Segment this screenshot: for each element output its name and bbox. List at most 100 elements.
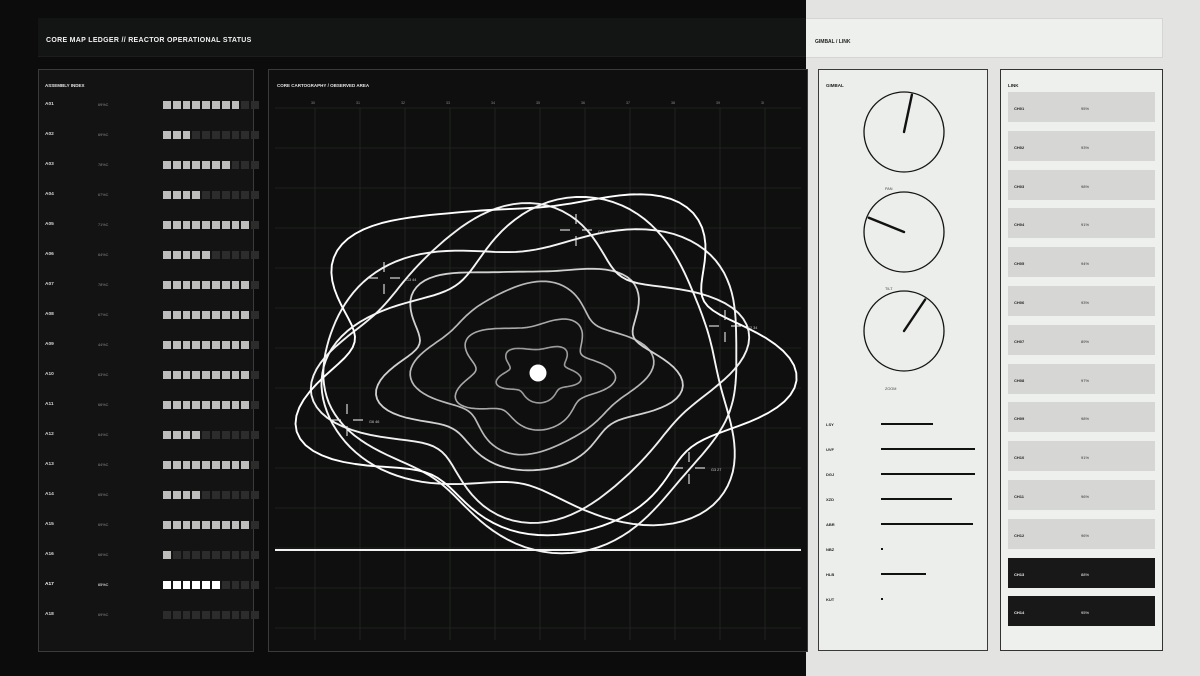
- channel-name: CH11: [1014, 494, 1025, 499]
- level-segment: [211, 551, 220, 559]
- level-segment: [163, 431, 171, 439]
- assembly-id: A02: [45, 132, 54, 137]
- level-segment: [211, 431, 220, 439]
- link-channel-ch10[interactable]: CH10 91%: [1008, 441, 1155, 472]
- gimbal-panel: GIMBAL PAN TILT ZOOM LSY UVF DGJ XZD ABR NBZ HLB…: [818, 69, 988, 651]
- assembly-row[interactable]: A09 44%C: [39, 341, 259, 353]
- link-channel-ch14[interactable]: CH14 95%: [1008, 596, 1155, 627]
- cartography-map[interactable]: 30 31 32 33 34 35 36 37 38 39 3I G3 44 G4 48 G2 34 G6 …: [269, 70, 807, 651]
- meter-label: ABR: [826, 522, 835, 527]
- link-channel-ch13[interactable]: CH13 88%: [1008, 557, 1155, 588]
- meter-bar: [881, 498, 952, 500]
- level-segment: [221, 461, 230, 469]
- assembly-id: A14: [45, 492, 54, 497]
- assembly-row[interactable]: A11 66%C: [39, 401, 259, 413]
- level-segment: [172, 131, 181, 139]
- level-segment: [211, 611, 220, 619]
- level-segment: [211, 521, 220, 529]
- channel-percent: 96%: [1081, 532, 1090, 538]
- assembly-row[interactable]: A13 64%C: [39, 461, 259, 473]
- assembly-row[interactable]: A12 64%C: [39, 431, 259, 443]
- level-segment: [192, 191, 201, 199]
- assembly-id: A04: [45, 192, 54, 197]
- level-segment: [202, 401, 210, 409]
- level-segment: [221, 491, 230, 499]
- level-segment: [182, 251, 191, 259]
- level-segment: [192, 101, 201, 109]
- assembly-row[interactable]: A06 64%C: [39, 251, 259, 263]
- channel-percent: 93%: [1081, 300, 1090, 305]
- link-channel-ch01[interactable]: CH01 95%: [1008, 92, 1155, 122]
- level-segment: [192, 401, 201, 409]
- level-segment: [251, 191, 259, 199]
- level-segment: [221, 311, 230, 319]
- top-header-bar: CORE MAP LEDGER // REACTOR OPERATIONAL S…: [38, 18, 806, 57]
- link-channel-ch07[interactable]: CH07 89%: [1008, 324, 1155, 355]
- assembly-level-bar: [163, 191, 259, 199]
- assembly-row[interactable]: A05 71%C: [39, 221, 259, 233]
- level-segment: [202, 131, 210, 139]
- level-segment: [182, 311, 191, 319]
- level-segment: [202, 191, 210, 199]
- assembly-row[interactable]: A10 63%C: [39, 371, 259, 383]
- link-channel-ch06[interactable]: CH06 93%: [1008, 286, 1155, 316]
- level-segment: [172, 101, 181, 109]
- assembly-row[interactable]: A03 78%C: [39, 161, 259, 173]
- level-segment: [202, 251, 210, 259]
- assembly-row[interactable]: A14 65%C: [39, 491, 259, 503]
- meter-label: XZD: [826, 497, 834, 502]
- level-segment: [192, 581, 201, 589]
- level-segment: [182, 221, 191, 229]
- link-channel-ch08[interactable]: CH08 97%: [1008, 363, 1155, 394]
- level-segment: [221, 431, 230, 439]
- meter-label: DGJ: [826, 472, 835, 477]
- axis-tick-label: 30: [311, 101, 315, 105]
- assembly-value: 78%C: [98, 163, 109, 167]
- link-channel-ch09[interactable]: CH09 98%: [1008, 402, 1155, 433]
- level-segment: [182, 161, 191, 169]
- link-channel-ch11[interactable]: CH11 96%: [1008, 480, 1155, 510]
- channel-percent: 91%: [1081, 455, 1090, 461]
- assembly-id: A03: [45, 162, 54, 167]
- meter-bar: [881, 448, 975, 450]
- level-segment: [241, 341, 250, 349]
- assembly-row[interactable]: A08 67%C: [39, 311, 259, 323]
- level-segment: [211, 281, 220, 289]
- assembly-level-bar: [163, 401, 259, 409]
- assembly-row[interactable]: A18 69%C: [39, 611, 259, 623]
- level-segment: [202, 611, 210, 619]
- level-segment: [231, 461, 240, 469]
- level-segment: [221, 521, 230, 529]
- link-channel-ch04[interactable]: CH04 91%: [1008, 208, 1155, 239]
- level-segment: [172, 491, 181, 499]
- link-channel-ch05[interactable]: CH05 94%: [1008, 247, 1155, 278]
- assembly-id: A13: [45, 462, 54, 467]
- link-channel-ch02[interactable]: CH02 93%: [1008, 130, 1155, 161]
- meter-label: HLB: [826, 572, 835, 577]
- level-segment: [231, 101, 240, 109]
- level-segment: [182, 551, 191, 559]
- assembly-row[interactable]: A04 67%C: [39, 191, 259, 203]
- assembly-row[interactable]: A01 69%C: [39, 101, 259, 113]
- level-segment: [202, 281, 210, 289]
- level-segment: [202, 311, 210, 319]
- level-segment: [221, 131, 230, 139]
- level-segment: [231, 491, 240, 499]
- assembly-row[interactable]: A16 66%C: [39, 551, 259, 563]
- link-channel-ch03[interactable]: CH03 98%: [1008, 169, 1155, 200]
- dial-label: TILT: [885, 287, 893, 291]
- level-segment: [211, 101, 220, 109]
- assembly-row[interactable]: A02 69%C: [39, 131, 259, 143]
- cartography-title: CORE CARTOGRAPHY / OBSERVED AREA: [277, 83, 370, 88]
- level-segment: [163, 101, 171, 109]
- level-segment: [241, 281, 250, 289]
- assembly-level-bar: [163, 161, 259, 169]
- level-segment: [221, 401, 230, 409]
- link-channel-ch12[interactable]: CH12 96%: [1008, 518, 1155, 549]
- assembly-row[interactable]: A07 78%C: [39, 281, 259, 293]
- assembly-row[interactable]: A15 69%C: [39, 521, 259, 533]
- level-segment: [163, 161, 171, 169]
- level-segment: [251, 551, 259, 559]
- assembly-row[interactable]: A17 65%C: [39, 581, 259, 593]
- axis-tick-label: 38: [671, 101, 675, 105]
